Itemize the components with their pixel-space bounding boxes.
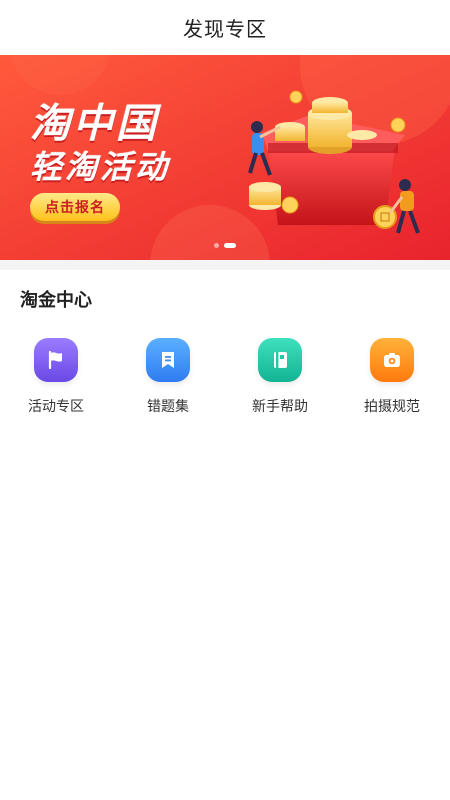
section-divider <box>0 260 450 270</box>
bookmark-icon <box>146 338 190 382</box>
promo-banner[interactable]: 淘中国 轻淘活动 点击报名 <box>0 55 450 260</box>
page-header: 发现专区 <box>0 0 450 55</box>
grid-item-label: 拍摄规范 <box>364 399 420 415</box>
section-title: 淘金中心 <box>20 290 92 311</box>
grid-item-label: 活动专区 <box>28 399 84 415</box>
carousel-dot-active[interactable] <box>224 243 236 248</box>
camera-icon <box>370 338 414 382</box>
grid-item-mistakes[interactable]: 错题集 <box>112 338 224 416</box>
page-title: 发现专区 <box>183 17 267 41</box>
book-icon <box>258 338 302 382</box>
grid-item-label: 错题集 <box>147 399 189 415</box>
carousel-indicator[interactable] <box>214 243 236 248</box>
banner-subtitle: 轻淘活动 <box>30 148 171 186</box>
flag-icon <box>34 338 78 382</box>
feature-grid: 活动专区 错题集 新手帮助 拍摄规范 <box>0 338 450 438</box>
carousel-dot[interactable] <box>214 243 219 248</box>
banner-title: 淘中国 <box>30 101 159 147</box>
grid-item-help[interactable]: 新手帮助 <box>224 338 336 416</box>
signup-button[interactable]: 点击报名 <box>30 193 120 221</box>
grid-item-label: 新手帮助 <box>252 399 308 415</box>
grid-item-activity[interactable]: 活动专区 <box>0 338 112 416</box>
grid-item-photo-rules[interactable]: 拍摄规范 <box>336 338 448 416</box>
